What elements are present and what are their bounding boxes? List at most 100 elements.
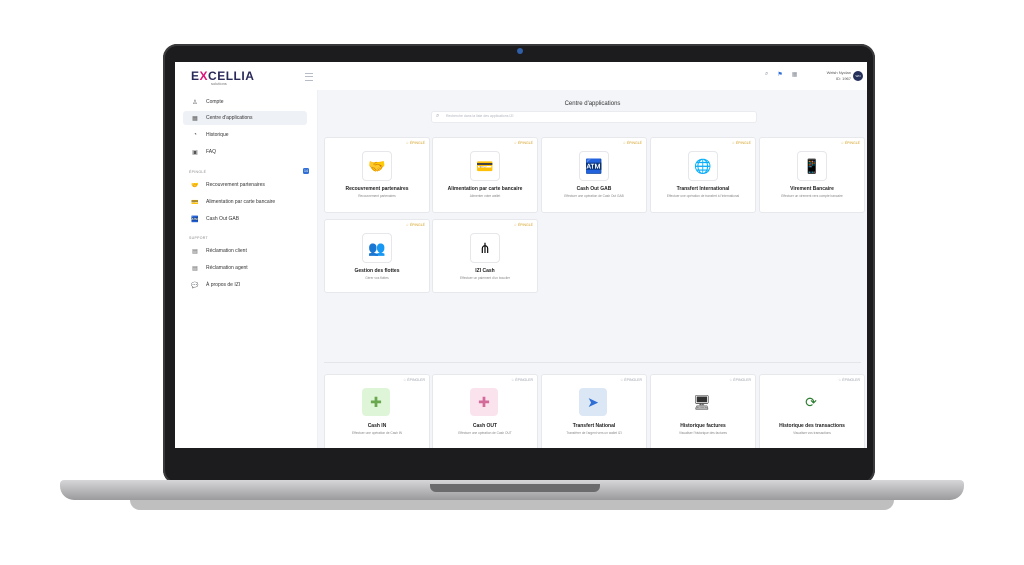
card-title: Historique des transactions (779, 423, 845, 429)
user-info[interactable]: Welsh Nyclan ID: 1967 (817, 70, 851, 82)
app-card-cash-out-gab[interactable]: ☆ ÉPINGLÉ 🏧 Cash Out GAB Effectuer une o… (541, 137, 647, 213)
sidebar-item-cash-out-gab[interactable]: 🏧 Cash Out GAB (183, 212, 307, 226)
section-divider (324, 362, 861, 363)
send-icon: ➤ (579, 388, 607, 416)
app-card-recouvrement[interactable]: ☆ ÉPINGLÉ 🤝 Recouvrement partenaires Rec… (324, 137, 430, 213)
grid-icon[interactable]: ▦ (792, 71, 798, 78)
history-icon: ◔ (193, 132, 197, 138)
section-label-support: SUPPORT (189, 236, 208, 240)
card-description: Effectuer un paiement d'un bouclier (460, 276, 510, 280)
info-icon: 💬 (191, 282, 199, 289)
star-icon[interactable]: ☆ ÉPINGLÉ (841, 141, 860, 145)
app-card-historique-transactions[interactable]: ☆ ÉPINGLER ⟳ Historique des transactions… (759, 374, 865, 448)
top-bar: EXCELLIA solutions ⌕ ⚑ ▦ Welsh Nyclan ID… (175, 62, 867, 91)
star-icon[interactable]: ☆ ÉPINGLER (511, 378, 533, 382)
app-card-cash-out[interactable]: ☆ ÉPINGLER ✚ Cash OUT Effectuer une opér… (432, 374, 538, 448)
bank-phone-icon: 📱 (797, 151, 827, 181)
handshake-icon: 🤝 (362, 151, 392, 181)
main-content: Centre d'applications ⌕ Recherche dans l… (318, 90, 867, 448)
sidebar-item-reclamation-client[interactable]: ▤ Réclamation client (183, 244, 307, 258)
card-icon: 💳 (470, 151, 500, 181)
hamburger-menu-icon[interactable] (305, 73, 313, 81)
app-card-transfert-international[interactable]: ☆ ÉPINGLÉ 🌐 Transfert International Effe… (650, 137, 756, 213)
card-title: Alimentation par carte bancaire (447, 186, 523, 192)
card-icon: 💳 (191, 199, 199, 206)
card-title: Cash IN (367, 423, 387, 429)
app-card-cash-in[interactable]: ☆ ÉPINGLER ✚ Cash IN Effectuer une opéra… (324, 374, 430, 448)
user-role: ID: 1967 (835, 76, 851, 81)
star-icon[interactable]: ☆ ÉPINGLÉ (732, 141, 751, 145)
cash-out-icon: ✚ (470, 388, 498, 416)
section-label-epingle: ÉPINGLÉ (189, 170, 207, 174)
card-description: Effectuer une opération de transfert à l… (666, 194, 740, 198)
search-icon[interactable]: ⌕ (765, 71, 768, 78)
card-title: Recouvrement partenaires (345, 186, 409, 192)
card-description: Alimenter votre wallet (469, 194, 501, 198)
app-card-transfert-national[interactable]: ☆ ÉPINGLER ➤ Transfert National Transfér… (541, 374, 647, 448)
globe-icon: 🌐 (688, 151, 718, 181)
sidebar-item-a-propos[interactable]: 💬 À propos de IZI (183, 278, 307, 292)
atm-icon: 🏧 (191, 216, 199, 223)
card-title: Virement Bancaire (790, 186, 834, 192)
star-icon[interactable]: ☆ ÉPINGLÉ (406, 141, 425, 145)
page-title: Centre d'applications (564, 101, 621, 107)
app-card-alimentation[interactable]: ☆ ÉPINGLÉ 💳 Alimentation par carte banca… (432, 137, 538, 213)
app-card-virement-bancaire[interactable]: ☆ ÉPINGLÉ 📱 Virement Bancaire Effectuer … (759, 137, 865, 213)
star-icon[interactable]: ☆ ÉPINGLÉ (514, 141, 533, 145)
fleet-icon: 👥 (362, 233, 392, 263)
avatar[interactable]: WN (853, 71, 863, 81)
laptop-bezel (175, 448, 867, 472)
laptop-screen: EXCELLIA solutions ⌕ ⚑ ▦ Welsh Nyclan ID… (175, 62, 867, 448)
card-description: Effectuer une opération de Cash OUT (458, 431, 512, 435)
star-icon[interactable]: ☆ ÉPINGLER (403, 378, 425, 382)
star-icon[interactable]: ☆ ÉPINGLÉ (623, 141, 642, 145)
top-icons: ⌕ ⚑ ▦ (765, 71, 797, 78)
atm-icon: 🏧 (579, 151, 609, 181)
faq-icon: ▣ (192, 149, 198, 156)
sidebar-item-historique[interactable]: ◔ Historique (183, 128, 307, 142)
sidebar-item-alimentation[interactable]: 💳 Alimentation par carte bancaire (183, 195, 307, 209)
star-icon[interactable]: ☆ ÉPINGLER (620, 378, 642, 382)
handshake-icon: 🤝 (191, 182, 199, 189)
star-icon[interactable]: ☆ ÉPINGLÉ (406, 223, 425, 227)
complaint-icon: ▤ (192, 248, 198, 255)
star-icon[interactable]: ☆ ÉPINGLER (729, 378, 751, 382)
sidebar-item-reclamation-agent[interactable]: ▤ Réclamation agent (183, 261, 307, 275)
sidebar-item-faq[interactable]: ▣ FAQ (183, 145, 307, 159)
card-description: Effectuer une opération de Cash Out GAB (564, 194, 624, 198)
sidebar-item-centre-applications[interactable]: ▦ Centre d'applications (183, 111, 307, 125)
apps-icon: ▦ (192, 115, 198, 122)
app-card-gestion-flottes[interactable]: ☆ ÉPINGLÉ 👥 Gestion des flottes Gérer vo… (324, 219, 430, 293)
notification-icon[interactable]: ⚑ (777, 71, 782, 78)
brand-tagline: solutions (211, 81, 227, 86)
card-title: Historique factures (680, 423, 726, 429)
card-description: Visualiser vos transactions (793, 431, 831, 435)
tree-icon: ⋔ (470, 233, 500, 263)
card-description: Effectuer une opération de Cash IN (352, 431, 402, 435)
webcam (517, 48, 523, 54)
complaint-agent-icon: ▤ (192, 265, 198, 272)
sidebar: ♙ Compte ▦ Centre d'applications ◔ Historiq… (175, 90, 318, 448)
card-title: Gestion des flottes (354, 268, 400, 274)
card-title: Transfert International (676, 186, 730, 192)
search-icon: ⌕ (436, 113, 440, 119)
card-title: Cash OUT (472, 423, 498, 429)
sidebar-item-recouvrement[interactable]: 🤝 Recouvrement partenaires (183, 178, 307, 192)
cash-in-icon: ✚ (362, 388, 390, 416)
card-description: Visualiser l'historique des factures (678, 431, 728, 435)
app-card-historique-factures[interactable]: ☆ ÉPINGLER 🖥 Historique factures Visuali… (650, 374, 756, 448)
card-description: Transférer de l'argent vers un wallet IZ… (566, 431, 622, 435)
star-icon[interactable]: ☆ ÉPINGLÉ (514, 223, 533, 227)
sidebar-item-compte[interactable]: ♙ Compte (183, 95, 307, 109)
search-placeholder: Recherche dans la liste des applications… (446, 114, 514, 118)
pinned-count-badge: 14 (303, 168, 309, 174)
card-description: Effectuer un virement vers compte bancai… (781, 194, 843, 198)
laptop-shadow (130, 500, 894, 510)
monitor-icon: 🖥 (693, 393, 711, 410)
card-title: IZI Cash (475, 268, 495, 274)
app-card-izi-cash[interactable]: ☆ ÉPINGLÉ ⋔ IZI Cash Effectuer un paieme… (432, 219, 538, 293)
search-input[interactable]: ⌕ Recherche dans la liste des applicatio… (431, 111, 757, 123)
laptop-notch (430, 484, 600, 492)
transactions-icon: ⟳ (805, 393, 817, 410)
star-icon[interactable]: ☆ ÉPINGLER (838, 378, 860, 382)
